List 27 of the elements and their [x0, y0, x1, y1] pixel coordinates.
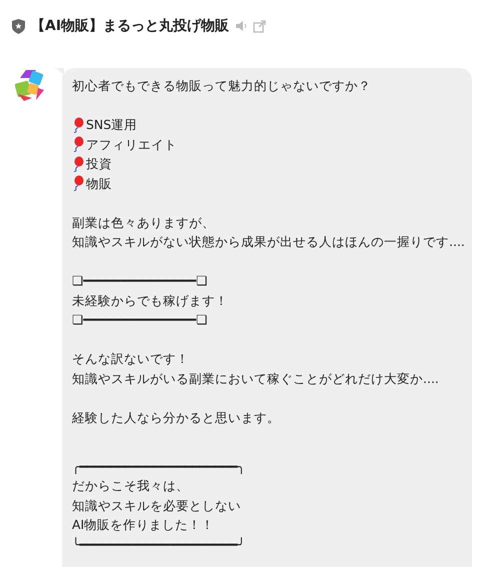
message-line: 知識やスキルがいる副業において稼ぐことがどれだけ大変か....: [72, 370, 439, 388]
message-line: 副業は色々ありますが、: [72, 214, 215, 232]
message-line: 初心者でもできる物販って魅力的じゃないですか？: [72, 77, 371, 95]
list-item-text: アフィリエイト: [86, 136, 177, 154]
message-line: 知識やスキルがない状態から成果が出せる人はほんの一握りです....: [72, 233, 465, 251]
speaker-icon[interactable]: [235, 20, 248, 32]
balloon-icon: [72, 116, 84, 133]
shield-icon: [12, 18, 25, 34]
logo-avatar: [12, 68, 46, 102]
list-item-text: 投資: [86, 155, 112, 173]
list-item-text: 物販: [86, 174, 112, 192]
balloon-icon: [72, 175, 84, 192]
chat-title: 【AI物販】まるっと丸投げ物販: [31, 16, 230, 36]
external-link-icon[interactable]: [253, 20, 266, 32]
list-item-text: SNS運用: [86, 116, 138, 134]
message-line: そんな訳ないです！: [72, 350, 189, 368]
balloon-icon: [72, 136, 84, 152]
message-line: だからこそ我々は、: [72, 477, 189, 495]
message-line: 未経験からでも稼げます！: [72, 292, 228, 310]
message-line: 知識やスキルを必要としない: [72, 496, 241, 514]
message-line: AI物販を作りました！！: [72, 516, 214, 534]
message-line: ╰━━━━━━━━━━━━━━━━━━━━━╯: [72, 536, 246, 554]
message-line: ❏━━━━━━━━━━━━━━━❏: [72, 272, 208, 290]
balloon-icon: [72, 156, 84, 172]
message-line: 経験した人なら分かると思います。: [72, 408, 280, 426]
message-line: ❏━━━━━━━━━━━━━━━❏: [72, 311, 208, 329]
message-line: ╭━━━━━━━━━━━━━━━━━━━━━╮: [72, 458, 246, 476]
